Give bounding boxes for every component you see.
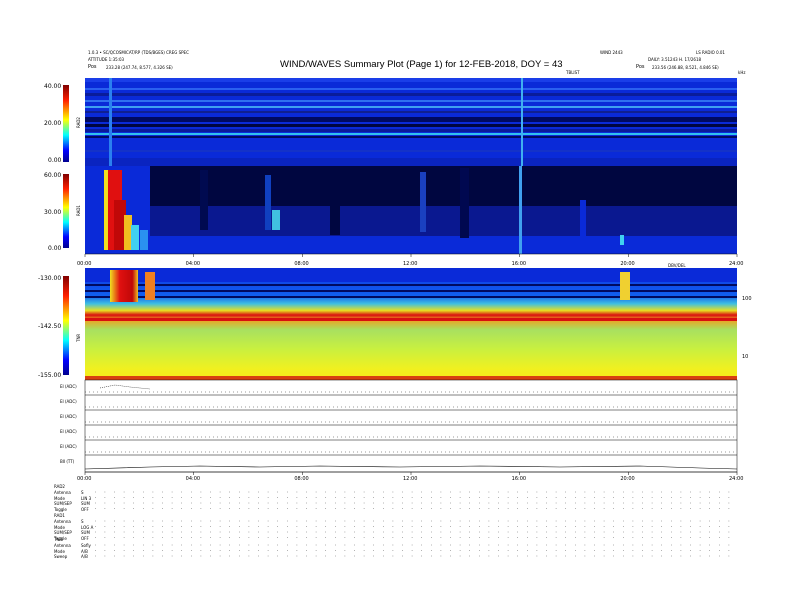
rad1-colorbar bbox=[63, 174, 69, 248]
bottom-time-label: 08:00 bbox=[294, 476, 308, 482]
rad1-settings-label: Antenna bbox=[54, 519, 71, 524]
wave-label-1: ΕΙ (ADC) bbox=[60, 384, 77, 389]
tnr-settings-value: A/B bbox=[81, 548, 88, 554]
rad1-settings-value: LOG A bbox=[81, 524, 94, 530]
rad2-colorbar bbox=[63, 85, 69, 162]
tnr-right-label: DBV/DEL bbox=[668, 263, 686, 268]
rad2-settings-header: RAD2 bbox=[54, 484, 65, 489]
tnr-right-tick-10: 10 bbox=[742, 354, 748, 360]
tnr-name: TNR bbox=[76, 334, 81, 343]
top-time-label: 20:00 bbox=[620, 261, 634, 267]
rad2-settings-value: OFF bbox=[81, 506, 89, 512]
bottom-time-label: 04:00 bbox=[186, 476, 200, 482]
wave-label-2: ΕΙ (ADC) bbox=[60, 399, 77, 404]
rad2-panel bbox=[85, 78, 737, 166]
rad2-settings-label: SUM/SEP bbox=[54, 501, 72, 506]
top-time-label: 12:00 bbox=[403, 261, 417, 267]
tnr-settings-label: Sweep bbox=[54, 554, 68, 559]
wave-label-6: ΒΙΙ (TT) bbox=[60, 459, 75, 464]
rad2-settings-label: Antenna bbox=[54, 490, 71, 495]
tnr-settings-value: A/B bbox=[81, 554, 88, 559]
top-time-label: 24:00 bbox=[729, 261, 743, 267]
tnr-colorbar bbox=[63, 276, 69, 375]
rad1-settings-value: OFF bbox=[81, 535, 89, 541]
rad1-panel bbox=[85, 166, 737, 254]
bottom-time-label: 16:00 bbox=[512, 476, 526, 482]
wave-label-4: ΕΙ (ADC) bbox=[60, 429, 77, 434]
rad1-settings-value: S bbox=[81, 519, 84, 524]
bottom-time-label: 12:00 bbox=[403, 476, 417, 482]
top-time-label: 16:00 bbox=[512, 261, 526, 267]
rad1-tick-30: 30.00 bbox=[44, 209, 61, 216]
rad1-name: RAD1 bbox=[76, 205, 81, 216]
rad1-settings-value: SUM bbox=[81, 530, 90, 535]
top-time-label: 00:00 bbox=[77, 261, 91, 267]
waves-panels bbox=[84, 379, 738, 473]
rad2-settings-value: SUM bbox=[81, 501, 90, 506]
tnr-settings-label: Mode bbox=[54, 548, 65, 554]
rad2-tick-40: 40.00 bbox=[44, 83, 61, 90]
rad2-settings-label: Toggle bbox=[54, 506, 67, 512]
rad1-settings-label: Mode bbox=[54, 524, 65, 530]
rad2-settings-value: S bbox=[81, 490, 84, 495]
tnr-tick-mid: -142.50 bbox=[38, 323, 61, 330]
rad1-tick-0: 0.00 bbox=[48, 245, 62, 252]
wave-label-5: ΕΙ (ADC) bbox=[60, 444, 77, 449]
rad2-settings-label: Mode bbox=[54, 495, 65, 501]
summary-figure: 00:00 04:00 08:00 12:00 16:00 20:00 24:00 00:0… bbox=[38, 78, 752, 482]
rad1-settings-label: SUM/SEP bbox=[54, 530, 72, 535]
bottom-time-label: 20:00 bbox=[620, 476, 634, 482]
tnr-settings-label: Antenna bbox=[54, 543, 71, 548]
rad2-name: RAD2 bbox=[76, 117, 81, 128]
tnr-panel bbox=[85, 268, 737, 380]
tnr-right-tick-100: 100 bbox=[742, 296, 752, 302]
rad2-settings-value: LIN 3 bbox=[81, 495, 92, 501]
tnr-tick-top: -130.00 bbox=[38, 275, 61, 282]
bottom-time-label: 00:00 bbox=[77, 476, 91, 482]
top-time-label: 08:00 bbox=[294, 261, 308, 267]
tnr-settings-header: TNR bbox=[54, 537, 63, 542]
rad1-settings-header: RAD1 bbox=[54, 513, 65, 518]
tnr-tick-bottom: -155.00 bbox=[38, 372, 61, 379]
rad2-tick-0: 0.00 bbox=[48, 157, 62, 164]
top-time-label: 04:00 bbox=[186, 261, 200, 267]
rad1-tick-60: 60.00 bbox=[44, 172, 61, 179]
wave-label-3: ΕΙ (ADC) bbox=[60, 414, 77, 419]
tnr-settings-value: Sofly bbox=[81, 543, 91, 548]
rad2-tick-20: 20.00 bbox=[44, 120, 61, 127]
bottom-time-label: 24:00 bbox=[729, 476, 743, 482]
